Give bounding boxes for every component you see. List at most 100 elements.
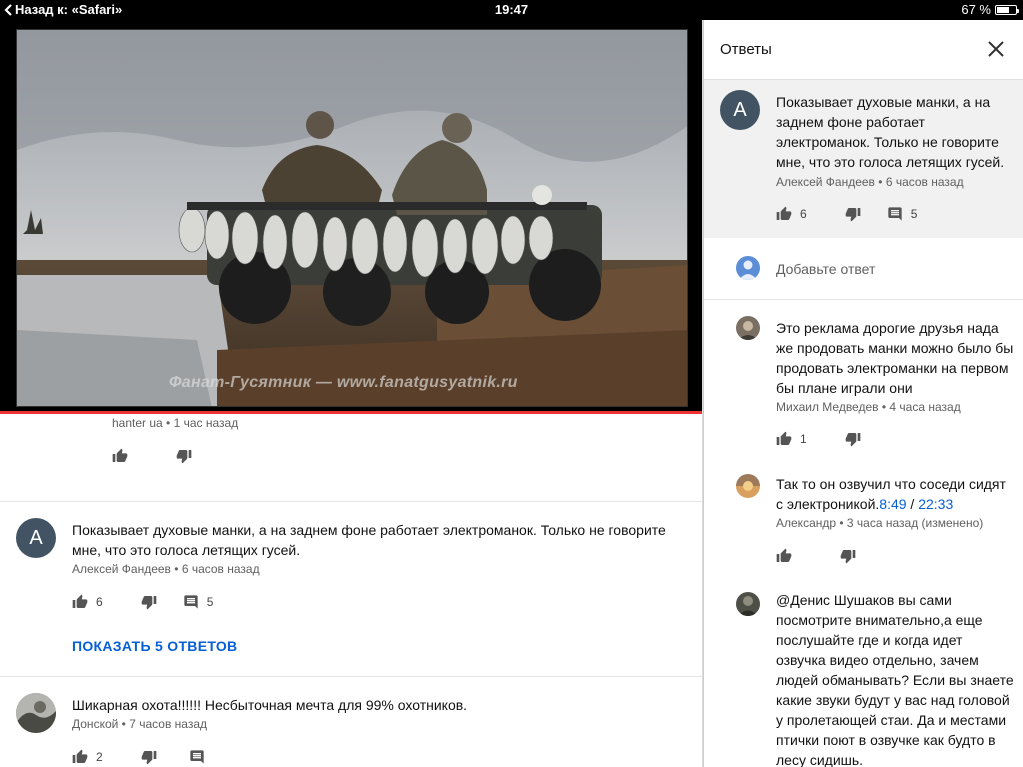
like-count: 2 [96,750,103,764]
like-button[interactable] [776,548,792,564]
thumb-up-icon [72,749,88,765]
dislike-button[interactable] [176,448,192,464]
comment-icon [887,206,903,222]
battery-icon [995,4,1019,15]
comment-time: 1 час назад [173,416,239,430]
avatar[interactable]: А [16,518,56,558]
reply-item: Это реклама дорогие друзья нада же продо… [704,300,1023,458]
like-button[interactable]: 1 [776,431,807,447]
like-button[interactable]: 2 [72,749,103,765]
comment-text: Так то он озвучил что соседи сидят с эле… [776,476,1006,512]
video-thumbnail [17,30,687,406]
show-replies-button[interactable]: ПОКАЗАТЬ 5 ОТВЕТОВ [72,638,237,654]
comment-meta: Донской • 7 часов назад [72,717,207,731]
status-bar: Назад к: «Safari» 19:47 67 % [0,0,1023,20]
reply-count: 5 [910,207,918,221]
parent-comment: А Показывает духовые манки, а на заднем … [704,80,1023,238]
dislike-button[interactable] [845,431,861,447]
dislike-button[interactable] [845,206,861,222]
user-avatar-icon [736,474,760,498]
comment-time: 6 часов назад [885,175,964,189]
thumb-up-icon [112,448,128,464]
thumb-down-icon [141,749,157,765]
comment-author[interactable]: Алексей Фандеев [776,175,875,189]
like-count: 6 [96,595,103,609]
reply-item: @Денис Шушаков вы сами посмотрите внимат… [704,576,1023,767]
comment-icon [189,749,205,765]
video-frame[interactable]: Фанат-Гусятник — www.fanatgusyatnik.ru [16,29,688,407]
user-avatar-icon [736,316,760,340]
close-icon [988,41,1004,57]
comment-text: Показывает духовые манки, а на заднем фо… [72,522,666,558]
comment-meta: Алексей Фандеев • 6 часов назад [776,175,964,189]
panel-title: Ответы [720,41,772,58]
thumb-down-icon [141,594,157,610]
comment-author[interactable]: Михаил Медведев [776,400,879,414]
like-button[interactable]: 6 [776,206,807,222]
timestamp-link[interactable]: 22:33 [918,496,953,512]
comment-meta: hanter ua • 1 час назад [112,416,239,430]
comment-author[interactable]: hanter ua [112,416,163,430]
avatar[interactable] [736,474,760,498]
dislike-button[interactable] [840,548,856,564]
user-avatar-icon [736,592,760,616]
thumb-down-icon [845,206,861,222]
video-player[interactable]: Фанат-Гусятник — www.fanatgusyatnik.ru [0,20,702,414]
clock: 19:47 [494,2,529,17]
reply-button[interactable] [189,749,205,765]
dislike-button[interactable] [141,594,157,610]
comment-text: Показывает духовые манки, а на заднем фо… [776,94,1005,170]
close-button[interactable] [987,40,1005,58]
reply-button[interactable]: 5 [887,206,918,222]
comment-time: 4 часа назад [889,400,961,414]
avatar[interactable]: А [720,90,760,130]
thumb-down-icon [840,548,856,564]
user-avatar-icon [739,260,757,280]
like-count: 1 [800,432,807,446]
thumb-up-icon [776,548,792,564]
dislike-button[interactable] [141,749,157,765]
comment-item: А Показывает духовые манки, а на заднем … [0,502,702,677]
comment-text: Это реклама дорогие друзья нада же продо… [776,320,1014,396]
like-button[interactable] [112,448,128,464]
thumb-down-icon [845,431,861,447]
comment-item: hanter ua • 1 час назад [0,414,702,502]
comment-meta: Михаил Медведев • 4 часа назад [776,400,961,414]
thumb-down-icon [176,448,192,464]
comment-author[interactable]: Александр [776,516,836,530]
user-avatar-icon [16,693,56,733]
avatar[interactable] [16,693,56,733]
back-to-safari-button[interactable]: Назад к: «Safari» [4,2,122,17]
comment-text: @Денис Шушаков вы сами посмотрите внимат… [776,592,1014,767]
comment-meta: Алексей Фандеев • 6 часов назад [72,562,260,576]
reply-count: 5 [206,595,214,609]
add-reply-row[interactable]: Добавьте ответ [704,238,1023,300]
my-avatar [736,256,760,280]
like-button[interactable]: 6 [72,594,103,610]
back-chevron-icon [4,3,12,16]
reply-button[interactable]: 5 [183,594,214,610]
avatar[interactable] [736,316,760,340]
thumb-up-icon [72,594,88,610]
comment-time: 6 часов назад [181,562,260,576]
comment-text: Шикарная охота!!!!!! Несбыточная мечта д… [72,697,468,713]
main-column: Фанат-Гусятник — www.fanatgusyatnik.ru h… [0,20,703,767]
comment-icon [183,594,199,610]
comment-time: 7 часов назад [129,717,207,731]
avatar[interactable] [736,592,760,616]
comment-item: Шикарная охота!!!!!! Несбыточная мечта д… [0,677,702,767]
comment-meta: Александр • 3 часа назад (изменено) [776,516,984,530]
video-watermark: Фанат-Гусятник — www.fanatgusyatnik.ru [169,374,518,391]
battery-percent: 67 % [961,2,991,17]
comment-time: 3 часа назад (изменено) [846,516,984,530]
comment-author[interactable]: Донской [72,717,118,731]
timestamp-link[interactable]: 8:49 [879,496,906,512]
panel-header: Ответы [704,20,1023,80]
like-count: 6 [800,207,807,221]
thumb-up-icon [776,431,792,447]
add-reply-input[interactable]: Добавьте ответ [776,261,875,277]
thumb-up-icon [776,206,792,222]
reply-item: Так то он озвучил что соседи сидят с эле… [704,458,1023,576]
back-label: Назад к: «Safari» [15,2,123,17]
comment-author[interactable]: Алексей Фандеев [72,562,171,576]
